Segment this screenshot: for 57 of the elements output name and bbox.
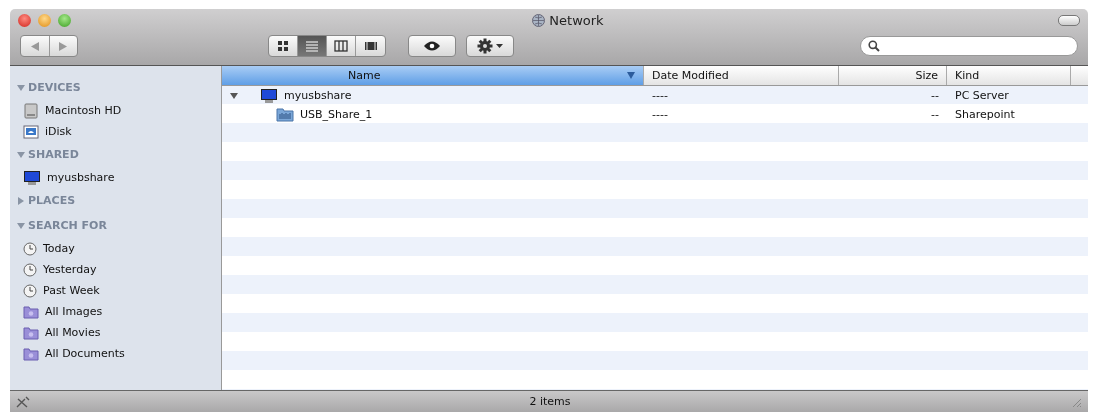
column-header[interactable]: Name bbox=[222, 66, 644, 85]
disclosure-triangle-down-icon bbox=[17, 83, 25, 92]
monitor-icon bbox=[260, 87, 278, 104]
sidebar-item[interactable]: All Movies bbox=[10, 322, 221, 343]
sidebar-item[interactable]: Macintosh HD bbox=[10, 100, 221, 121]
clock-icon bbox=[23, 241, 37, 256]
sidebar-item[interactable]: All Images bbox=[10, 301, 221, 322]
monitor-icon bbox=[23, 169, 41, 186]
column-header[interactable]: Kind bbox=[947, 66, 1071, 85]
item-count: 2 items bbox=[528, 395, 572, 408]
kind-cell-text: PC Server bbox=[954, 89, 1010, 102]
file-name: USB_Share_1 bbox=[300, 108, 373, 121]
eye-icon bbox=[423, 41, 441, 51]
close-button[interactable] bbox=[18, 13, 31, 27]
disclosure-triangle-right-icon bbox=[17, 196, 25, 205]
disclosure-triangle-down-icon bbox=[17, 221, 25, 230]
sidebar-item[interactable]: myusbshare bbox=[10, 167, 221, 188]
icon-view-icon bbox=[275, 39, 291, 53]
search-field[interactable] bbox=[860, 36, 1078, 56]
gear-icon bbox=[477, 38, 493, 54]
action-menu-button[interactable] bbox=[466, 35, 514, 57]
toolbar-toggle-button[interactable] bbox=[1058, 14, 1080, 26]
kind-cell-text: Sharepoint bbox=[954, 108, 1016, 121]
size-cell-text: -- bbox=[930, 89, 940, 102]
column-header[interactable]: Date Modified bbox=[644, 66, 839, 85]
file-row[interactable]: USB_Share_1 ---- -- Sharepoint bbox=[222, 105, 1088, 124]
clock-icon bbox=[23, 283, 37, 298]
hard-drive-icon bbox=[23, 102, 39, 119]
smart-folder-icon bbox=[23, 304, 39, 319]
size-cell-text: -- bbox=[930, 108, 940, 121]
window-title: Network bbox=[549, 12, 604, 28]
column-view-icon bbox=[333, 39, 349, 53]
list-view-icon bbox=[304, 39, 320, 53]
sidebar-item[interactable]: All Documents bbox=[10, 343, 221, 364]
caret-icon bbox=[496, 44, 503, 48]
smart-folder-icon bbox=[23, 346, 39, 361]
quick-look-button[interactable] bbox=[408, 35, 456, 57]
globe-icon bbox=[532, 13, 546, 27]
sidebar-item[interactable]: iDisk bbox=[10, 121, 221, 142]
sidebar-item[interactable]: Today bbox=[10, 238, 221, 259]
smart-folder-icon bbox=[23, 325, 39, 340]
forward-icon bbox=[59, 41, 68, 51]
disclosure-triangle-down-icon[interactable] bbox=[230, 91, 238, 100]
column-header[interactable]: Size bbox=[839, 66, 947, 85]
search-icon bbox=[868, 40, 880, 52]
sidebar-item[interactable]: Yesterday bbox=[10, 259, 221, 280]
sidebar-item[interactable]: Past Week bbox=[10, 280, 221, 301]
date-cell-text: ---- bbox=[651, 89, 669, 102]
file-row[interactable]: myusbshare ---- -- PC Server bbox=[222, 86, 1088, 105]
clock-icon bbox=[23, 262, 37, 277]
disclosure-triangle-down-icon bbox=[17, 150, 25, 159]
folder-icon bbox=[276, 107, 294, 122]
back-icon bbox=[30, 41, 39, 51]
sort-arrow-icon bbox=[627, 72, 635, 79]
date-cell-text: ---- bbox=[651, 108, 669, 121]
cover-flow-icon bbox=[362, 39, 379, 53]
file-name: myusbshare bbox=[284, 89, 352, 102]
